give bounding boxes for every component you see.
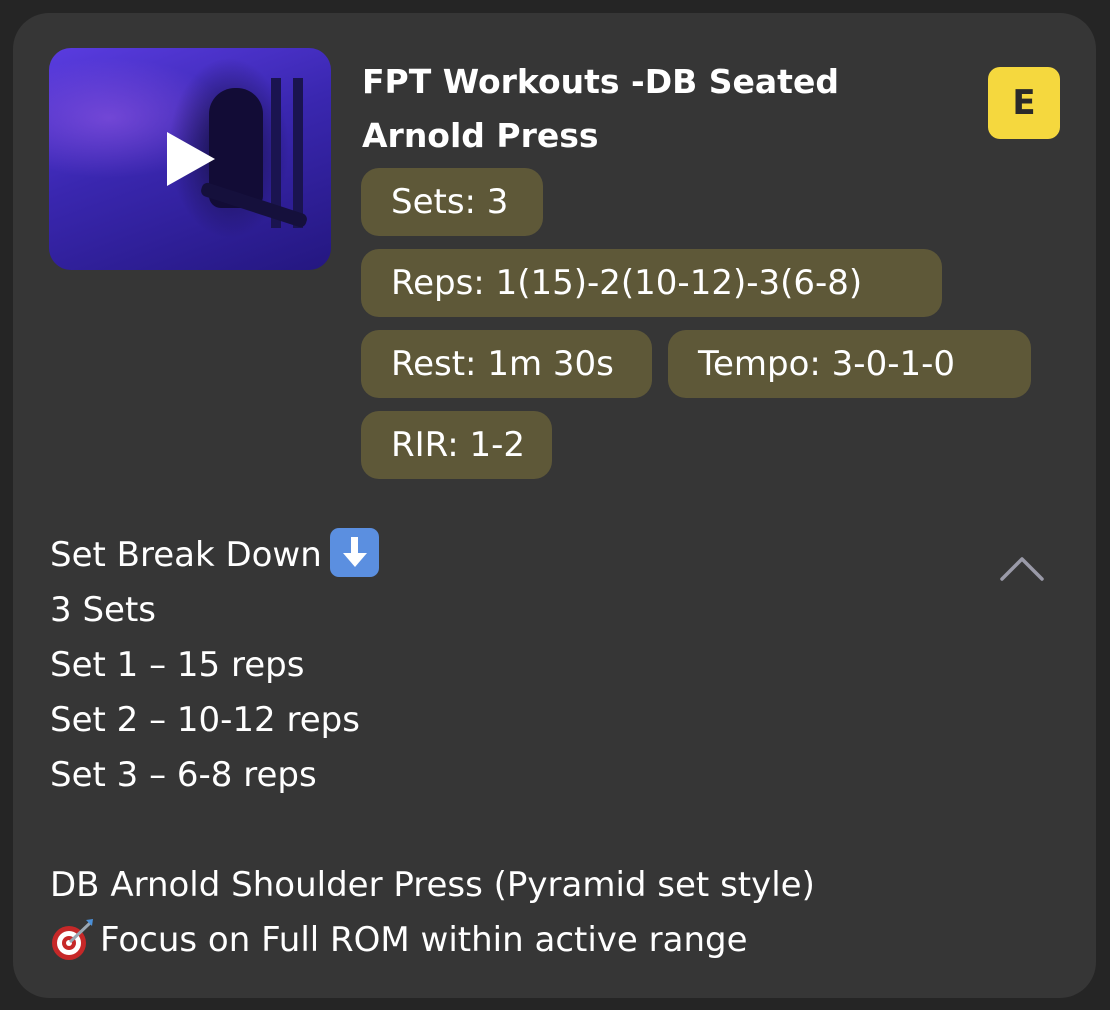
description-line: Set 2 – 10-12 reps — [50, 700, 360, 740]
description-line — [50, 803, 990, 858]
equipment-badge: E — [988, 67, 1060, 139]
video-thumbnail[interactable] — [49, 48, 331, 270]
description-focus-line: Focus on Full ROM within active range — [50, 913, 990, 968]
rest-pill: Rest: 1m 30s — [361, 330, 652, 398]
description-heading: Set Break Down — [50, 535, 322, 575]
tempo-pill: Tempo: 3-0-1-0 — [668, 330, 1031, 398]
description-line: DB Arnold Shoulder Press (Pyramid set st… — [50, 865, 815, 905]
exercise-description: Set Break Down 3 Sets Set 1 – 15 reps Se… — [50, 528, 990, 968]
description-line: Set 1 – 15 reps — [50, 645, 305, 685]
rir-pill: RIR: 1-2 — [361, 411, 552, 479]
exercise-title: FPT Workouts -DB Seated Arnold Press — [362, 62, 839, 155]
description-heading-line: Set Break Down — [50, 528, 990, 583]
down-arrow-icon — [329, 528, 379, 577]
thumbnail-rack — [293, 78, 303, 228]
play-icon[interactable] — [167, 132, 215, 186]
description-line: 3 Sets — [50, 590, 156, 630]
sets-pill: Sets: 3 — [361, 168, 543, 236]
chevron-up-icon[interactable] — [998, 553, 1046, 583]
target-icon — [52, 918, 93, 960]
description-line: Set 3 – 6-8 reps — [50, 755, 317, 795]
description-focus-text: Focus on Full ROM within active range — [100, 920, 748, 960]
reps-pill: Reps: 1(15)-2(10-12)-3(6-8) — [361, 249, 942, 317]
exercise-card: FPT Workouts -DB Seated Arnold Press E S… — [13, 13, 1096, 998]
